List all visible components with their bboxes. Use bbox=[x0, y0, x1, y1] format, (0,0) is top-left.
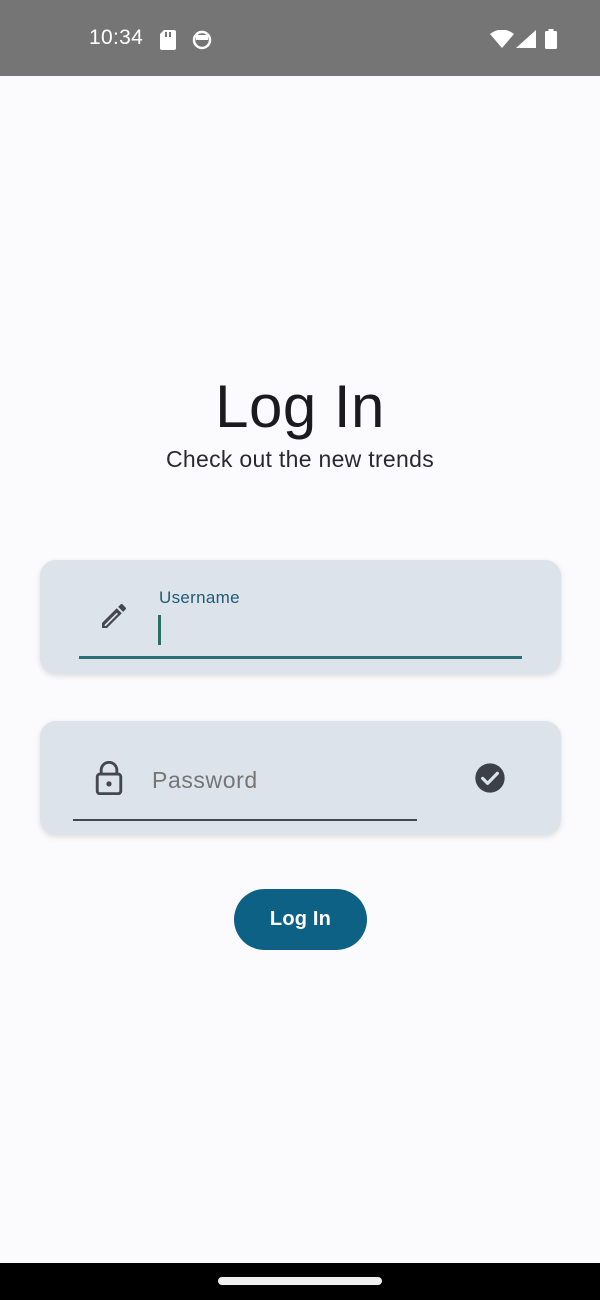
page-title: Log In bbox=[215, 373, 385, 440]
pencil-icon bbox=[98, 600, 130, 637]
username-underline bbox=[79, 656, 522, 659]
lock-icon bbox=[93, 760, 125, 800]
circle-status-icon bbox=[192, 30, 212, 55]
battery-icon bbox=[545, 29, 557, 54]
status-time: 10:34 bbox=[89, 26, 144, 49]
username-field[interactable]: Username bbox=[40, 560, 561, 674]
wifi-icon bbox=[490, 29, 514, 53]
status-bar: 10:34 bbox=[0, 0, 600, 76]
username-label: Username bbox=[159, 588, 240, 607]
login-button[interactable]: Log In bbox=[234, 889, 367, 950]
password-underline bbox=[73, 819, 417, 821]
home-gesture-handle[interactable] bbox=[218, 1277, 382, 1285]
password-field[interactable] bbox=[40, 721, 561, 835]
signal-icon bbox=[516, 30, 536, 53]
password-input[interactable] bbox=[152, 767, 412, 794]
check-circle-icon[interactable] bbox=[474, 762, 506, 799]
page-subtitle: Check out the new trends bbox=[165, 446, 435, 472]
login-screen: 10:34 Log In Check out the new trends Us… bbox=[0, 0, 600, 1300]
navigation-bar bbox=[0, 1263, 600, 1300]
text-cursor bbox=[158, 615, 161, 645]
sd-card-icon bbox=[160, 30, 176, 55]
